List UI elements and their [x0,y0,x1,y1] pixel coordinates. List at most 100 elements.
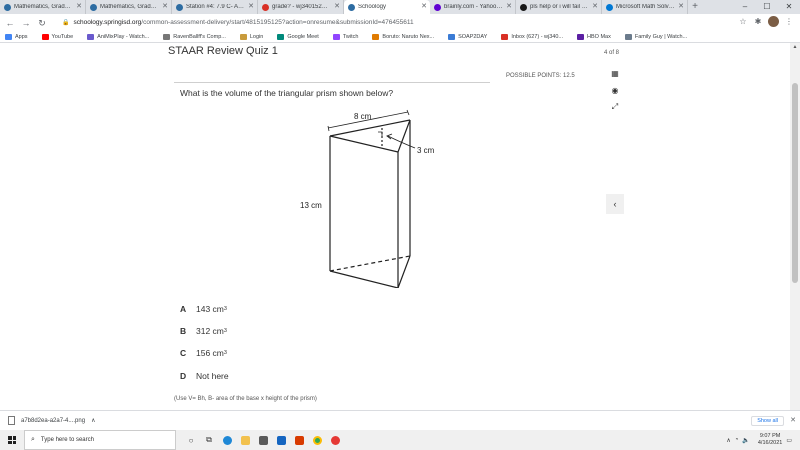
bookmark-item[interactable]: Login [239,33,263,40]
file-explorer-icon[interactable] [236,430,254,450]
choice-letter: A [180,304,187,314]
question-text: What is the volume of the triangular pri… [180,88,394,98]
browser-tab[interactable]: brainly.com - Yahoo Search✕ [430,0,516,14]
info-icon[interactable]: ◉ [606,82,624,98]
answer-choice-b[interactable]: B 312 cm 3 [180,326,227,336]
bookmark-item[interactable]: Inbox (627) - wj340... [501,33,563,40]
clock-date: 4/16/2021 [757,440,783,446]
close-tab-icon[interactable]: ✕ [506,3,512,10]
choice-value: 312 cm [196,326,224,336]
bookmark-item[interactable]: Boruto: Naruto Nex... [372,33,434,40]
tab-favicon-icon [90,3,97,11]
notification-icon[interactable]: ▭ [786,437,792,444]
download-filename: a7b8d2ea-a2a7-4....png [21,417,86,424]
bookmark-label: Google Meet [287,33,319,40]
bookmark-icon [501,33,509,40]
tab-title: grade? - wj34015230@stu [272,4,331,10]
tab-favicon-icon [348,3,355,11]
browser-tab[interactable]: Microsoft Math Solver - Ste✕ [602,0,688,14]
bookmark-item[interactable]: SOAP2DAY [448,33,488,40]
close-tab-icon[interactable]: ✕ [334,3,340,10]
answer-choice-c[interactable]: C 156 cm 3 [180,348,227,358]
page-content: STAAR Review Quiz 1 4 of 8 POSSIBLE POIN… [0,43,800,410]
chevron-up-icon[interactable]: ∧ [91,417,95,424]
taskbar-search[interactable]: ⌕ Type here to search [24,430,176,450]
volume-icon[interactable]: 🔈 [742,437,749,444]
start-button[interactable] [0,430,24,450]
maximize-button[interactable]: ☐ [756,0,778,14]
close-tab-icon[interactable]: ✕ [678,3,684,10]
show-all-button[interactable]: Show all [751,416,784,426]
scrollbar[interactable]: ▲ [790,43,800,410]
browser-tab[interactable]: pls help or i will fail - Brain✕ [516,0,602,14]
new-tab-button[interactable]: + [688,0,702,14]
tab-favicon-icon [434,3,441,11]
network-icon[interactable]: ◔ [735,437,739,443]
extension-icon[interactable]: ✱ [753,16,763,28]
chrome-icon[interactable] [308,430,326,450]
tab-title: Mathematics, Grade 7: Sect [100,4,159,10]
browser-tab[interactable]: Mathematics, Grade 7: Sect✕ [0,0,86,14]
close-tab-icon[interactable]: ✕ [421,3,427,10]
taskbar-apps: ○ ⧉ [182,430,344,450]
answer-choice-a[interactable]: A 143 cm 3 [180,304,227,314]
edge-icon[interactable] [218,430,236,450]
close-tab-icon[interactable]: ✕ [248,3,254,10]
calculator-icon[interactable]: ▦ [606,65,624,81]
profile-avatar[interactable] [768,16,779,27]
browser-tab[interactable]: grade? - wj34015230@stu✕ [258,0,344,14]
window-controls: – ☐ ✕ [734,0,800,14]
clock-time: 9:07 PM [759,433,781,439]
office-icon[interactable] [290,430,308,450]
bookmark-item[interactable]: Google Meet [277,33,319,40]
tab-title: Mathematics, Grade 7: Sect [14,4,73,10]
bookmark-item[interactable]: Twitch [332,33,358,40]
menu-icon[interactable]: ⋮ [784,16,794,28]
answer-choice-d[interactable]: D Not here [180,371,229,381]
tab-title: Microsoft Math Solver - Ste [616,4,675,10]
star-icon[interactable]: ☆ [738,16,748,28]
scroll-up-icon[interactable]: ▲ [790,43,800,51]
possible-points: POSSIBLE POINTS: 12.5 [506,73,575,79]
mail-icon[interactable] [272,430,290,450]
length-label: 13 cm [300,201,322,210]
bookmark-item[interactable]: RavenBallff's Comp... [163,33,226,40]
collapse-panel-chevron-icon[interactable]: ‹ [606,194,624,214]
close-tab-icon[interactable]: ✕ [162,3,168,10]
browser-tab[interactable]: Schoology ✕ [344,0,430,14]
url-host: schoology.springisd.org [73,19,142,26]
download-item[interactable]: a7b8d2ea-a2a7-4....png ∧ [8,416,95,425]
chevron-up-icon[interactable]: ∧ [726,437,730,444]
back-icon[interactable]: ← [4,17,16,29]
scrollbar-thumb[interactable] [792,83,798,283]
close-tab-icon[interactable]: ✕ [592,3,598,10]
bookmark-item[interactable]: AniMixPlay - Watch... [87,33,149,40]
bookmark-label: SOAP2DAY [458,33,488,40]
bookmark-item[interactable]: Apps [5,33,28,40]
app-icon[interactable] [326,430,344,450]
address-bar[interactable]: 🔒 schoology.springisd.org /common-assess… [62,16,722,29]
browser-tab[interactable]: Mathematics, Grade 7: Sect✕ [86,0,172,14]
bookmark-item[interactable]: HBO Max [577,33,611,40]
browser-tab[interactable]: Station #4: 7.9 C- Area of ✕ [172,0,258,14]
clock[interactable]: 9:07 PM 4/16/2021 [758,433,782,447]
minimize-button[interactable]: – [734,0,756,14]
close-window-button[interactable]: ✕ [778,0,800,14]
bookmark-item[interactable]: YouTube [41,33,74,40]
reload-icon[interactable]: ↻ [36,17,48,29]
bookmark-label: YouTube [51,33,74,40]
tab-title: pls help or i will fail - Brain [530,4,589,10]
bookmark-item[interactable]: Family Guy | Watch... [624,33,687,40]
choice-unit-exponent: 3 [223,350,227,356]
forward-icon[interactable]: → [20,17,32,29]
base-label: 8 cm [354,112,372,121]
bookmark-icon [577,33,585,40]
cortana-icon[interactable]: ○ [182,430,200,450]
close-tab-icon[interactable]: ✕ [76,3,82,10]
close-icon[interactable]: ✕ [790,416,796,424]
height-label: 3 cm [417,146,435,155]
store-icon[interactable] [254,430,272,450]
task-view-icon[interactable]: ⧉ [200,430,218,450]
fullscreen-icon[interactable]: ⤢ [606,99,624,115]
tab-title: Schoology [358,4,387,10]
